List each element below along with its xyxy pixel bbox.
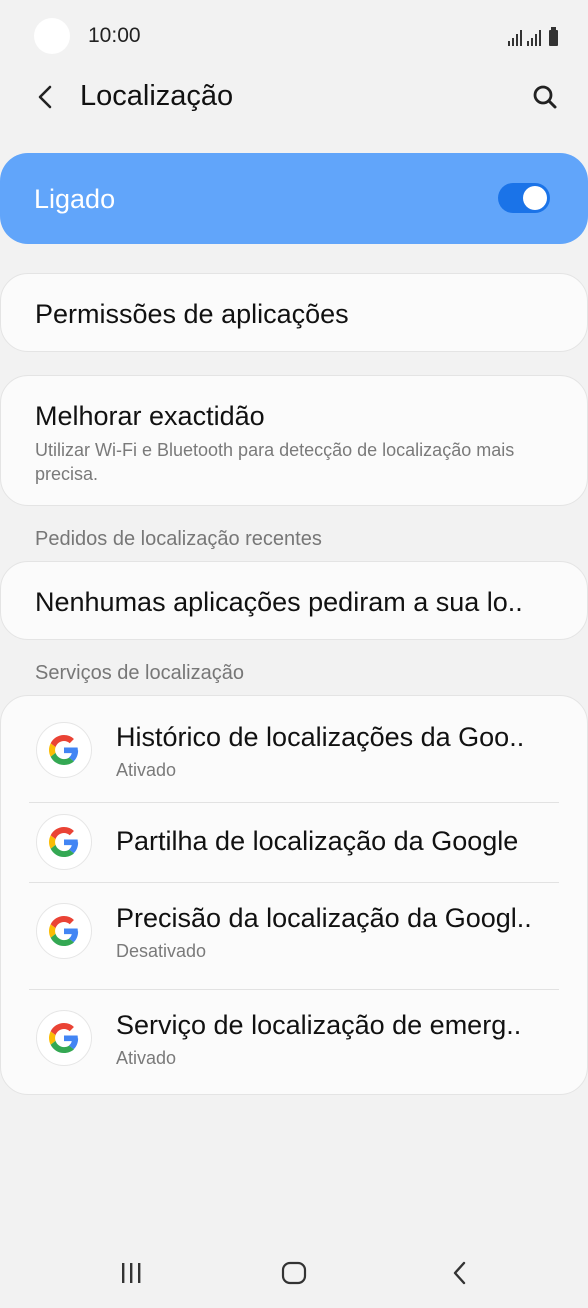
signal-icon — [527, 30, 541, 46]
google-icon — [36, 1010, 92, 1066]
system-icons — [508, 26, 558, 46]
service-location-sharing[interactable]: Partilha de localização da Google — [1, 803, 588, 882]
service-location-accuracy[interactable]: Precisão da localização da Googl.. Desat… — [1, 883, 588, 989]
service-status: Ativado — [116, 760, 177, 780]
service-title: Serviço de localização de emerg.. — [116, 1010, 522, 1040]
service-title: Precisão da localização da Googl.. — [116, 903, 532, 933]
toggle-knob — [523, 186, 547, 210]
back-icon — [453, 1261, 466, 1285]
back-nav-button[interactable] — [440, 1258, 480, 1288]
location-services-card: Histórico de localizações da Goo.. Ativa… — [0, 695, 588, 1095]
navigation-bar — [0, 1240, 588, 1308]
recent-apps-icon — [122, 1263, 141, 1283]
home-button[interactable] — [274, 1258, 314, 1288]
page-title: Localização — [80, 80, 234, 112]
service-emergency-location[interactable]: Serviço de localização de emerg.. Ativad… — [1, 990, 588, 1096]
status-time: 10:00 — [88, 24, 141, 47]
services-header: Serviços de localização — [35, 662, 244, 684]
home-icon — [281, 1261, 307, 1285]
recent-requests-empty-text: Nenhumas aplicações pediram a sua lo.. — [35, 587, 523, 617]
back-button[interactable] — [28, 80, 62, 114]
app-bar: Localização — [0, 72, 588, 122]
service-location-history[interactable]: Histórico de localizações da Goo.. Ativa… — [1, 696, 588, 802]
google-icon — [36, 814, 92, 870]
location-toggle[interactable] — [498, 183, 550, 213]
search-button[interactable] — [528, 80, 562, 114]
improve-accuracy-subtitle: Utilizar Wi-Fi e Bluetooth para detecção… — [35, 440, 515, 484]
signal-icon — [508, 30, 522, 46]
location-master-switch[interactable]: Ligado — [0, 153, 588, 244]
status-bar: 10:00 — [0, 0, 588, 72]
app-permissions-label: Permissões de aplicações — [35, 299, 349, 329]
recent-requests-header: Pedidos de localização recentes — [35, 528, 322, 550]
app-permissions-item[interactable]: Permissões de aplicações — [0, 273, 588, 352]
improve-accuracy-item[interactable]: Melhorar exactidão Utilizar Wi-Fi e Blue… — [0, 375, 588, 506]
service-status: Ativado — [116, 1048, 177, 1068]
recent-requests-item: Nenhumas aplicações pediram a sua lo.. — [0, 561, 588, 640]
master-switch-label: Ligado — [34, 184, 116, 214]
improve-accuracy-title: Melhorar exactidão — [35, 401, 265, 431]
service-status: Desativado — [116, 941, 207, 961]
google-icon — [36, 722, 92, 778]
google-icon — [36, 903, 92, 959]
service-title: Partilha de localização da Google — [116, 826, 519, 856]
battery-icon — [549, 27, 558, 46]
chevron-left-icon — [38, 85, 52, 109]
service-title: Histórico de localizações da Goo.. — [116, 722, 525, 752]
recent-apps-button[interactable] — [111, 1258, 151, 1288]
camera-cutout — [34, 18, 70, 54]
search-icon — [533, 85, 557, 109]
